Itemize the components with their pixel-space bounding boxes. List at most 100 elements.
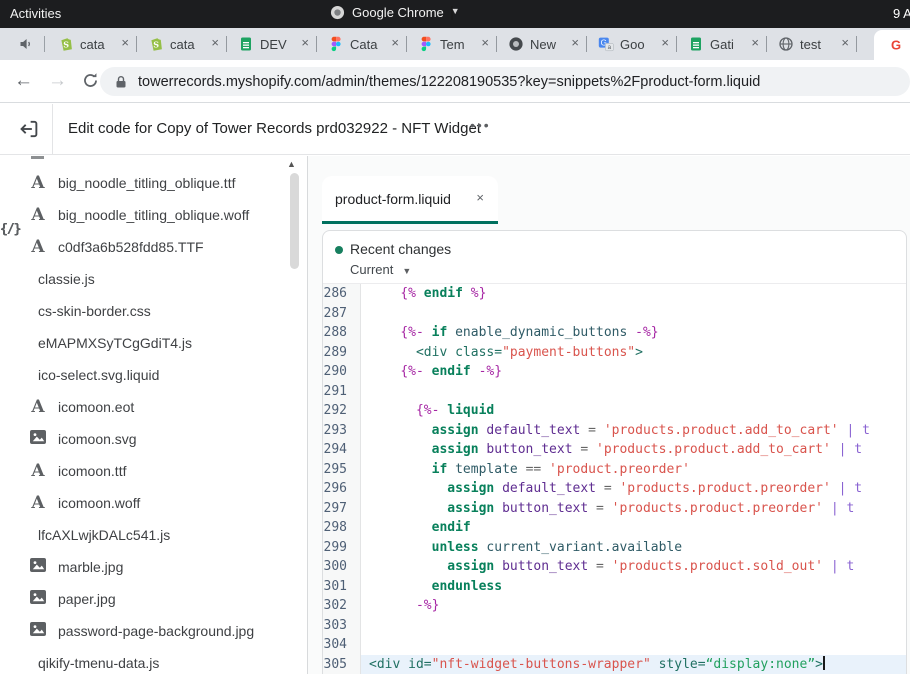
file-name: icomoon.ttf <box>58 463 126 479</box>
code-editor[interactable]: 286 {% endif %}287288 {%- if enable_dyna… <box>323 284 906 674</box>
code-line-text: <div id="nft-widget-buttons-wrapper" sty… <box>361 655 906 674</box>
code-line[interactable]: 305<div id="nft-widget-buttons-wrapper" … <box>323 655 906 674</box>
translate-favicon-icon: Ga <box>598 36 614 52</box>
svg-text:S: S <box>153 39 159 49</box>
file-item[interactable]: {/}eMAPMXSyTCgGdiT4.js <box>0 327 285 359</box>
image-file-icon <box>28 430 48 449</box>
file-item[interactable]: {/}qikify-tmenu-data.js <box>0 647 285 674</box>
browser-tab[interactable]: Tem × <box>408 28 496 60</box>
file-item[interactable]: {/}lfcAXLwjkDALc541.js <box>0 519 285 551</box>
page-title: Edit code for Copy of Tower Records prd0… <box>68 120 481 137</box>
browser-tab[interactable]: New× <box>498 28 586 60</box>
system-clock[interactable]: 9 A <box>893 6 910 21</box>
browser-tab[interactable]: Scata× <box>48 28 136 60</box>
version-dropdown[interactable]: Current▼ <box>350 262 411 277</box>
tab-close-icon[interactable]: × <box>211 35 219 50</box>
code-line[interactable]: 287 <box>323 304 906 324</box>
code-line[interactable]: 301 endunless <box>323 577 906 597</box>
code-line[interactable]: 293 assign default_text = 'products.prod… <box>323 421 906 441</box>
file-item[interactable]: Abig_noodle_titling_oblique.ttf <box>0 167 285 199</box>
image-file-icon <box>30 590 46 604</box>
audio-indicator-icon[interactable] <box>18 36 34 52</box>
code-line[interactable]: 297 assign button_text = 'products.produ… <box>323 499 906 519</box>
address-bar[interactable]: towerrecords.myshopify.com/admin/themes/… <box>100 67 910 96</box>
file-item[interactable]: paper.jpg <box>0 583 285 615</box>
browser-tab[interactable]: Gati× <box>678 28 766 60</box>
code-line[interactable]: 294 assign button_text = 'products.produ… <box>323 440 906 460</box>
font-file-icon: A <box>28 237 48 257</box>
tab-title: Cata <box>350 36 381 53</box>
file-item[interactable]: Aicomoon.ttf <box>0 455 285 487</box>
more-actions-button[interactable]: ••• <box>470 117 491 133</box>
browser-tab[interactable]: GaGoo× <box>588 28 676 60</box>
app-menu[interactable]: Google Chrome ▼ <box>330 5 453 20</box>
file-name: cs-skin-border.css <box>38 303 151 319</box>
tab-close-icon[interactable]: × <box>121 35 129 50</box>
file-item[interactable]: password-page-background.jpg <box>0 615 285 647</box>
browser-tab[interactable]: Cata × <box>318 28 406 60</box>
scrollbar-up-icon[interactable]: ▲ <box>287 159 296 169</box>
figma-favicon-icon <box>418 36 434 52</box>
file-list: Abig_noodle_titling_oblique.ttfAbig_nood… <box>0 167 285 674</box>
line-number: 292 <box>323 401 361 421</box>
image-file-icon <box>28 558 48 577</box>
browser-tab[interactable]: DEV× <box>228 28 316 60</box>
reload-button[interactable] <box>82 72 99 96</box>
file-item[interactable]: {/}classie.js <box>0 263 285 295</box>
code-line[interactable]: 286 {% endif %} <box>323 284 906 304</box>
code-line[interactable]: 298 endif <box>323 518 906 538</box>
tab-close-icon[interactable]: × <box>751 35 759 50</box>
file-name: big_noodle_titling_oblique.woff <box>58 207 249 223</box>
file-item[interactable]: marble.jpg <box>0 551 285 583</box>
tab-close-icon[interactable]: × <box>391 35 399 50</box>
chrome-app-icon <box>330 5 345 20</box>
file-item[interactable]: {/}ico-select.svg.liquid <box>0 359 285 391</box>
code-line[interactable]: 288 {%- if enable_dynamic_buttons -%} <box>323 323 906 343</box>
activities-button[interactable]: Activities <box>10 6 61 21</box>
chevron-down-icon: ▼ <box>451 6 453 20</box>
code-line[interactable]: 292 {%- liquid <box>323 401 906 421</box>
code-line[interactable]: 291 <box>323 382 906 402</box>
browser-tab[interactable]: test× <box>768 28 856 60</box>
code-line[interactable]: 303 <box>323 616 906 636</box>
code-line[interactable]: 289 <div class="payment-buttons"> <box>323 343 906 363</box>
svg-text:a: a <box>608 44 612 51</box>
back-button[interactable]: ← <box>14 69 33 93</box>
font-file-icon: A <box>28 397 48 417</box>
file-item[interactable]: icomoon.svg <box>0 423 285 455</box>
code-line[interactable]: 295 if template == 'product.preorder' <box>323 460 906 480</box>
tab-close-icon[interactable]: × <box>481 35 489 50</box>
file-item[interactable]: Ac0df3a6b528fdd85.TTF <box>0 231 285 263</box>
editor-tab-close-icon[interactable]: × <box>476 190 484 205</box>
code-line[interactable]: 300 assign button_text = 'products.produ… <box>323 557 906 577</box>
header-divider <box>52 104 53 154</box>
code-line[interactable]: 299 unless current_variant.available <box>323 538 906 558</box>
tab-close-icon[interactable]: × <box>571 35 579 50</box>
browser-tab[interactable]: Scata× <box>138 28 226 60</box>
exit-code-editor-icon[interactable] <box>18 118 40 140</box>
file-item[interactable]: Aicomoon.woff <box>0 487 285 519</box>
file-name: icomoon.svg <box>58 431 137 447</box>
file-item[interactable]: Abig_noodle_titling_oblique.woff <box>0 199 285 231</box>
code-line[interactable]: 290 {%- endif -%} <box>323 362 906 382</box>
tab-close-icon[interactable]: × <box>661 35 669 50</box>
forward-button[interactable]: → <box>48 69 67 93</box>
code-file-icon: {/} <box>0 220 20 674</box>
code-line-text: assign default_text = 'products.product.… <box>361 421 906 441</box>
code-line-text: endif <box>361 518 906 538</box>
tab-strip-divider <box>44 36 45 52</box>
editor-file-tab[interactable]: product-form.liquid × <box>322 176 498 224</box>
tab-close-icon[interactable]: × <box>841 35 849 50</box>
tab-title: Tem <box>440 36 471 53</box>
code-line[interactable]: 296 assign default_text = 'products.prod… <box>323 479 906 499</box>
code-line[interactable]: 304 <box>323 635 906 655</box>
browser-tab-active[interactable]: G <box>874 30 910 60</box>
file-item[interactable]: {/}cs-skin-border.css <box>0 295 285 327</box>
lock-icon[interactable] <box>115 75 127 89</box>
code-line[interactable]: 302 -%} <box>323 596 906 616</box>
scrollbar-thumb[interactable] <box>290 173 299 269</box>
file-item[interactable]: Aicomoon.eot <box>0 391 285 423</box>
tab-close-icon[interactable]: × <box>301 35 309 50</box>
system-top-bar: Activities Google Chrome ▼ 9 A <box>0 0 910 28</box>
tab-title: cata <box>80 36 111 53</box>
